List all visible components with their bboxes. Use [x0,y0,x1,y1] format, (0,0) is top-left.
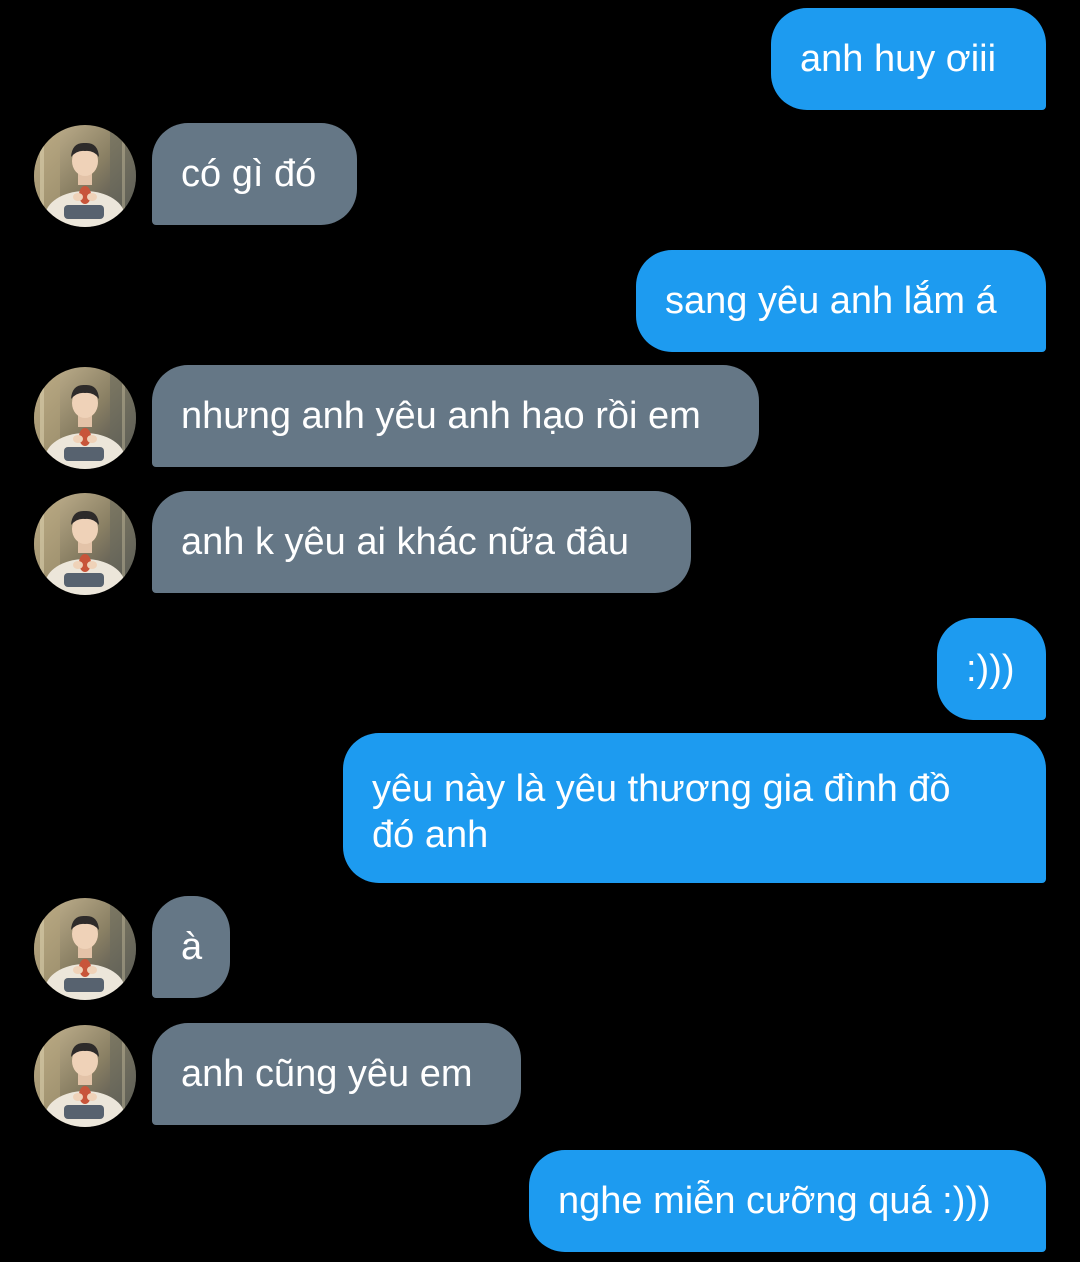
message-text: có gì đó [181,153,317,195]
message-text: yêu này là yêu thương gia đình đồ đó anh [372,768,951,856]
avatar-photo-icon [34,493,136,595]
contact-avatar[interactable] [34,493,136,595]
received-message-bubble[interactable]: nhưng anh yêu anh hạo rồi em [152,365,759,467]
contact-avatar[interactable] [34,367,136,469]
message-thread: anh huy ơiii có gì đó sang yêu anh lắm á… [0,0,1080,1262]
avatar-photo-icon [34,367,136,469]
avatar-photo-icon [34,898,136,1000]
contact-avatar[interactable] [34,1025,136,1127]
message-text: sang yêu anh lắm á [665,280,997,322]
message-text: anh k yêu ai khác nữa đâu [181,521,629,563]
message-text: anh cũng yêu em [181,1053,473,1095]
received-message-bubble[interactable]: có gì đó [152,123,357,225]
avatar-photo-icon [34,125,136,227]
avatar-photo-icon [34,1025,136,1127]
contact-avatar[interactable] [34,898,136,1000]
received-message-bubble[interactable]: anh cũng yêu em [152,1023,521,1125]
message-text: anh huy ơiii [800,38,997,80]
sent-message-bubble[interactable]: yêu này là yêu thương gia đình đồ đó anh [343,733,1046,883]
message-text: nhưng anh yêu anh hạo rồi em [181,395,701,437]
sent-message-bubble[interactable]: :))) [937,618,1046,720]
sent-message-bubble[interactable]: nghe miễn cưỡng quá :))) [529,1150,1046,1252]
message-text: à [181,926,203,968]
contact-avatar[interactable] [34,125,136,227]
message-text: nghe miễn cưỡng quá :))) [558,1180,991,1222]
sent-message-bubble[interactable]: sang yêu anh lắm á [636,250,1046,352]
received-message-bubble[interactable]: à [152,896,230,998]
sent-message-bubble[interactable]: anh huy ơiii [771,8,1046,110]
received-message-bubble[interactable]: anh k yêu ai khác nữa đâu [152,491,691,593]
message-text: :))) [966,648,1015,690]
